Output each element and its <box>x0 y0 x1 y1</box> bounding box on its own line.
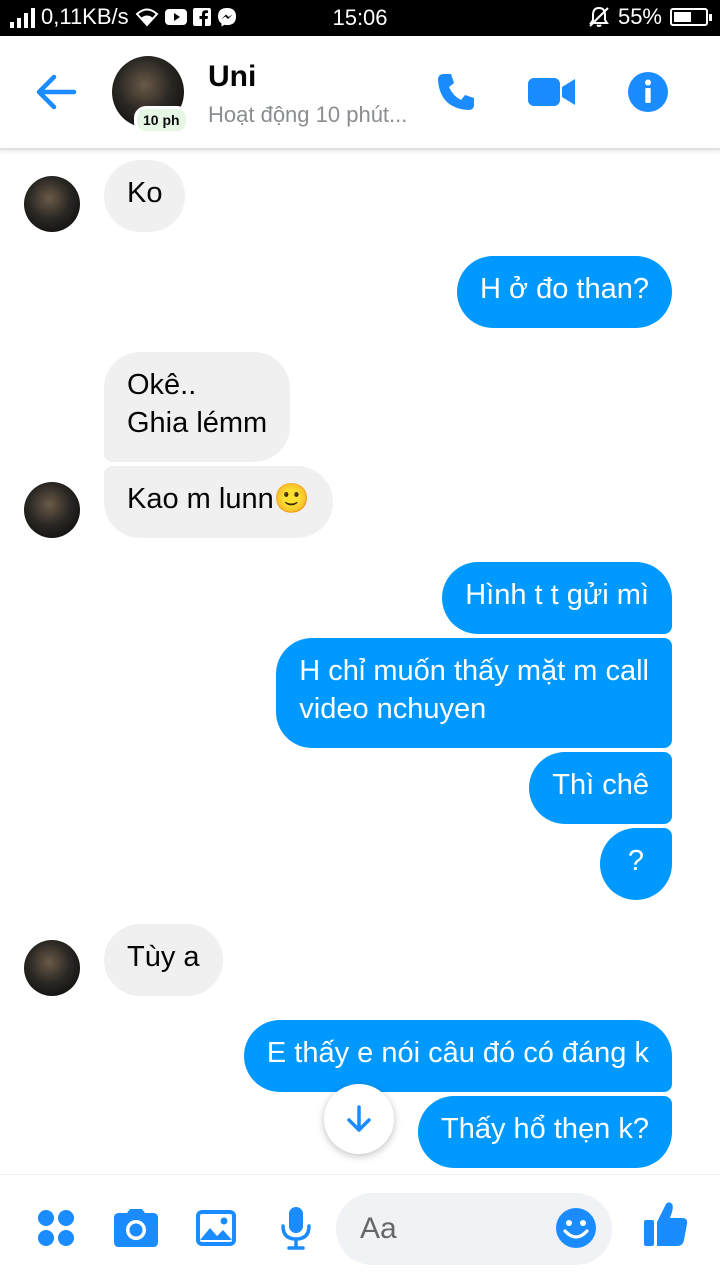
four-dots-icon <box>38 1210 74 1246</box>
message-bubble-incoming[interactable]: Tùy a <box>104 924 223 996</box>
message-bubble-incoming[interactable]: Kao m lunn🙂 <box>104 466 333 538</box>
voice-message-button[interactable] <box>273 1205 319 1251</box>
thumbs-up-icon <box>644 1202 688 1246</box>
message-bubble-outgoing[interactable]: Hình t t gửi mì <box>442 562 672 634</box>
bell-muted-icon <box>588 6 610 28</box>
gallery-button[interactable] <box>193 1205 239 1251</box>
image-icon <box>196 1210 236 1246</box>
sender-avatar[interactable] <box>24 176 80 232</box>
video-camera-icon <box>528 78 575 106</box>
contact-status: Hoạt động 10 phút... <box>208 102 408 127</box>
info-icon <box>628 72 668 112</box>
contact-name[interactable]: Uni <box>208 60 256 94</box>
message-bubble-outgoing[interactable]: E thấy e nói câu đó có đáng k <box>243 1020 672 1092</box>
microphone-icon <box>281 1207 311 1250</box>
active-badge: 10 ph <box>134 106 189 134</box>
status-bar: 0,11KB/s 15:06 55% <box>0 0 720 36</box>
camera-button[interactable] <box>113 1205 159 1251</box>
smiley-icon <box>556 1208 596 1248</box>
back-button[interactable] <box>34 72 78 112</box>
arrow-left-icon <box>36 74 77 110</box>
message-bubble-outgoing[interactable]: Thì chê <box>529 752 672 824</box>
arrow-down-icon <box>347 1105 371 1132</box>
message-bubble-outgoing[interactable]: H ở đo than? <box>457 256 672 328</box>
camera-icon <box>114 1209 158 1247</box>
message-bubble-incoming[interactable]: Okê.. Ghia lémm <box>104 352 291 462</box>
emoji-button[interactable] <box>553 1205 599 1251</box>
chat-header <box>0 36 720 150</box>
message-bubble-incoming[interactable]: Ko <box>104 160 186 232</box>
info-button[interactable] <box>624 68 672 116</box>
scroll-to-bottom-button[interactable] <box>324 1084 394 1154</box>
like-button[interactable] <box>643 1201 689 1247</box>
video-call-button[interactable] <box>528 68 576 116</box>
phone-icon <box>438 74 474 110</box>
message-bubble-outgoing[interactable]: Thấy hổ thẹn k? <box>418 1096 672 1168</box>
sender-avatar[interactable] <box>24 940 80 996</box>
more-actions-button[interactable] <box>33 1205 79 1251</box>
sender-avatar[interactable] <box>24 482 80 538</box>
message-bubble-outgoing[interactable]: H chỉ muốn thấy mặt m call video nchuyen <box>276 638 672 748</box>
composer-bar <box>0 1174 720 1281</box>
battery-icon <box>670 8 712 26</box>
battery-percent: 55% <box>617 4 662 29</box>
message-bubble-outgoing[interactable]: ? <box>600 828 672 900</box>
audio-call-button[interactable] <box>432 68 480 116</box>
